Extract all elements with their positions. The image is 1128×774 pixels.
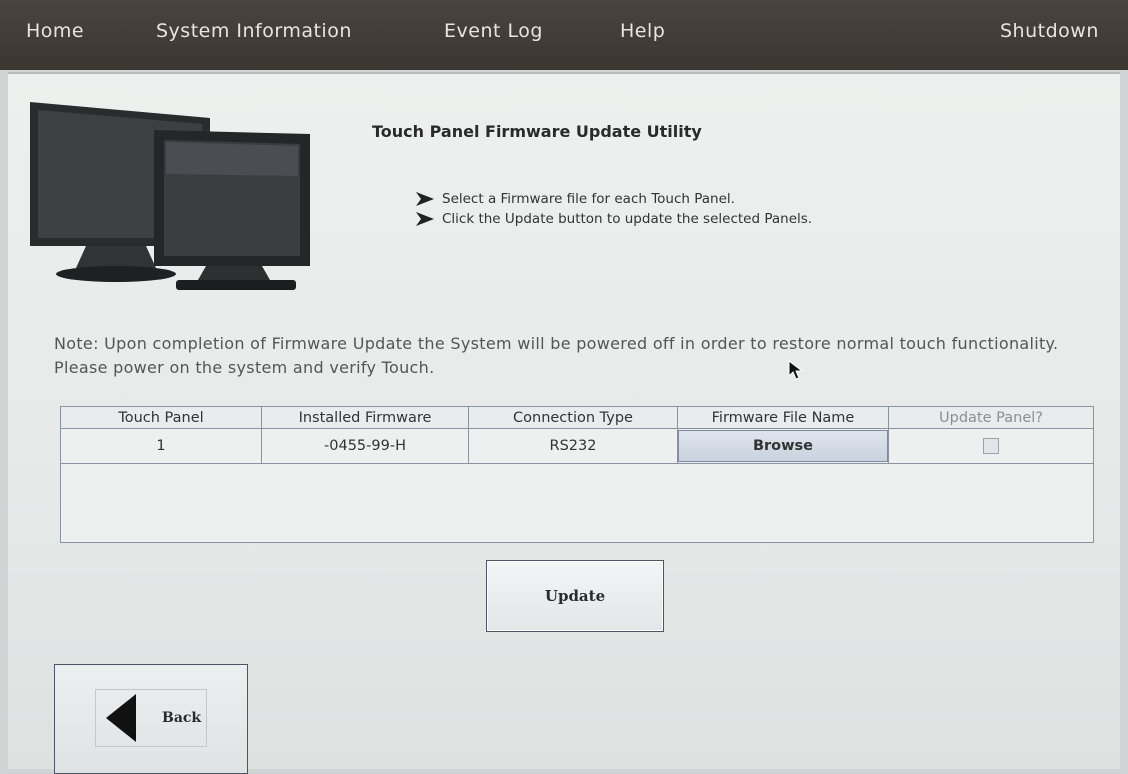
menu-home[interactable]: Home [26,20,84,42]
instructions: Select a Firmware file for each Touch Pa… [408,190,812,230]
table-row: 1 -0455-99-H RS232 Browse [60,428,1094,464]
instruction-text: Select a Firmware file for each Touch Pa… [442,191,735,207]
cell-update-panel [888,428,1094,464]
cell-touch-panel: 1 [60,428,262,464]
column-header-connection-type: Connection Type [468,406,678,429]
cell-installed-firmware: -0455-99-H [261,428,469,464]
browse-button[interactable]: Browse [678,430,888,462]
table-header-row: Touch Panel Installed Firmware Connectio… [60,406,1094,429]
menu-bar: Home System Information Event Log Help S… [0,0,1128,70]
back-button-inner: Back [95,689,207,747]
menu-shutdown[interactable]: Shutdown [1000,20,1099,42]
menu-event-log[interactable]: Event Log [444,20,543,42]
menu-system-information[interactable]: System Information [156,20,352,42]
mouse-cursor-icon [788,360,804,380]
column-header-update-panel: Update Panel? [888,406,1094,429]
arrow-bullet-icon [416,192,434,206]
monitors-illustration [30,102,310,290]
arrow-bullet-icon [416,212,434,226]
column-header-installed-firmware: Installed Firmware [261,406,469,429]
instruction-item: Click the Update button to update the se… [408,210,812,230]
table-empty-area [60,463,1094,543]
cell-firmware-file-name: Browse [677,428,889,464]
page-title: Touch Panel Firmware Update Utility [372,122,702,141]
back-button-label: Back [162,710,202,726]
instruction-text: Click the Update button to update the se… [442,211,813,227]
column-header-firmware-file-name: Firmware File Name [677,406,889,429]
empty-cell [60,463,1094,543]
menu-help[interactable]: Help [620,20,665,42]
update-panel-checkbox[interactable] [983,438,999,454]
main-panel: Touch Panel Firmware Update Utility Sele… [8,72,1120,774]
back-arrow-icon [106,694,136,742]
firmware-table: Touch Panel Installed Firmware Connectio… [60,406,1094,543]
instruction-item: Select a Firmware file for each Touch Pa… [408,190,812,210]
update-button[interactable]: Update [486,560,664,632]
column-header-touch-panel: Touch Panel [60,406,262,429]
back-button[interactable]: Back [54,664,248,774]
completion-note: Note: Upon completion of Firmware Update… [54,334,1059,377]
cell-connection-type: RS232 [468,428,678,464]
